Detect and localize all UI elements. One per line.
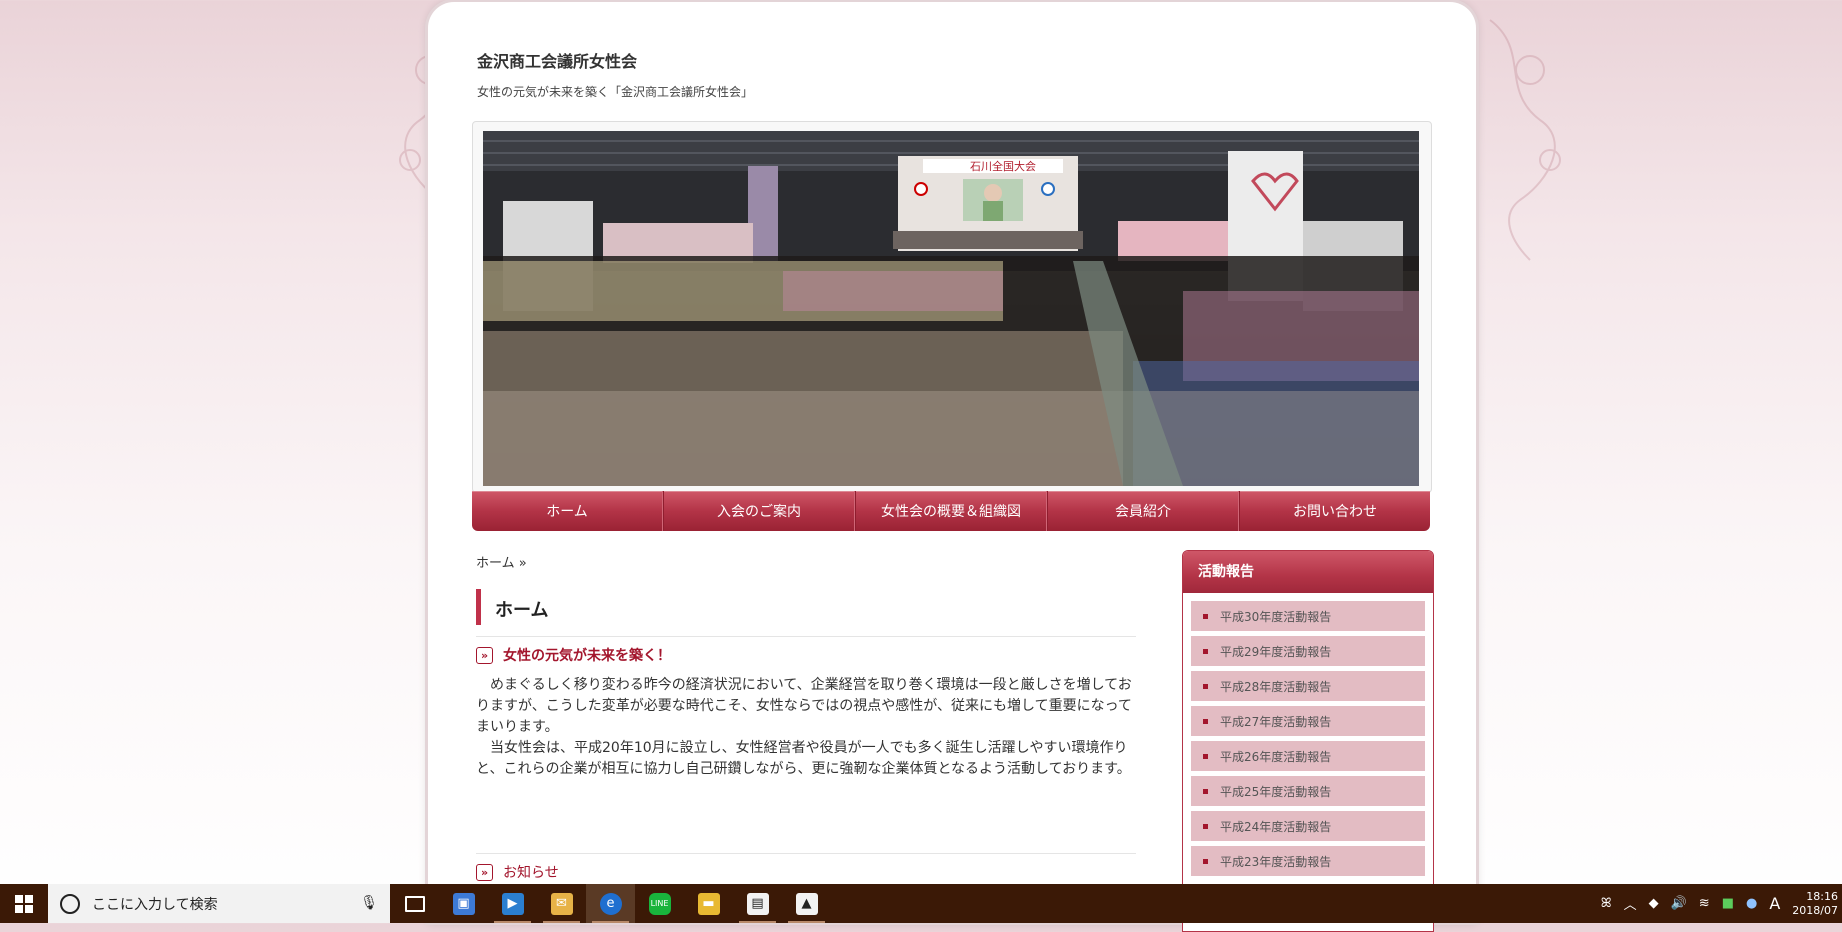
page-container: 金沢商工会議所女性会 女性の元気が未来を築く「金沢商工会議所女性会」 石川全国大… (428, 2, 1476, 932)
main-nav: ホーム 入会のご案内 女性会の概要＆組織図 会員紹介 お問い合わせ (472, 491, 1430, 531)
line-app[interactable]: LINE (635, 884, 684, 923)
system-tray: ꕤ ︿ ◆ 🔊 ≋ ■ ● A 18:16 2018/07 (1601, 884, 1842, 923)
activity-report-list: 平成30年度活動報告 平成29年度活動報告 平成28年度活動報告 平成27年度活… (1183, 601, 1433, 876)
divider (476, 636, 1136, 637)
bullet-icon (1203, 858, 1208, 864)
nav-item-contact[interactable]: お問い合わせ (1239, 491, 1430, 531)
activity-report-label: 平成24年度活動報告 (1220, 819, 1332, 834)
bullet-icon (1203, 683, 1208, 689)
bullet-icon (1203, 788, 1208, 794)
activity-report-label: 平成23年度活動報告 (1220, 854, 1332, 869)
nav-item-members[interactable]: 会員紹介 (1047, 491, 1239, 531)
start-button[interactable] (0, 884, 48, 923)
taskbar-search-box[interactable]: ここに入力して検索 🎙 (48, 884, 390, 923)
photos-app[interactable]: ▲ (782, 884, 831, 923)
page-title-text: ホーム (495, 600, 549, 621)
search-placeholder: ここに入力して検索 (92, 896, 218, 913)
intro-paragraph: 当女性会は、平成20年10月に設立し、女性経営者や役員が一人でも多く誕生し活躍し… (476, 740, 1131, 777)
nav-item-overview[interactable]: 女性会の概要＆組織図 (855, 491, 1047, 531)
taskbar: ここに入力して検索 🎙 ▣ ▶ ✉ e LINE ▬ ▤ ▲ ꕤ ︿ ◆ 🔊 ≋… (0, 884, 1842, 923)
hero-banner-text: 石川全国大会 (970, 159, 1036, 173)
mail-app[interactable]: ✉ (537, 884, 586, 923)
activity-report-link[interactable]: 平成27年度活動報告 (1191, 706, 1425, 736)
nav-item-membership[interactable]: 入会のご案内 (663, 491, 855, 531)
chevron-up-icon[interactable]: ︿ (1624, 894, 1637, 913)
activity-report-label: 平成27年度活動報告 (1220, 714, 1332, 729)
edge-app[interactable]: e (586, 884, 635, 923)
task-view-button[interactable] (390, 884, 439, 923)
windows-icon (15, 894, 33, 913)
wifi-icon[interactable]: ≋ (1699, 896, 1710, 911)
activity-report-link[interactable]: 平成23年度活動報告 (1191, 846, 1425, 876)
clock[interactable]: 18:16 2018/07 (1792, 890, 1838, 918)
activity-report-link[interactable]: 平成28年度活動報告 (1191, 671, 1425, 701)
bullet-icon (1203, 823, 1208, 829)
activity-report-link[interactable]: 平成25年度活動報告 (1191, 776, 1425, 806)
file-explorer-icon: ▬ (697, 892, 720, 915)
people-icon[interactable]: ꕤ (1601, 896, 1612, 911)
section-heading: » 女性の元気が未来を築く！ (476, 645, 671, 665)
section-heading-text: 女性の元気が未来を築く！ (503, 648, 671, 664)
edge-icon: e (599, 892, 622, 915)
line-icon: LINE (648, 892, 671, 915)
microphone-icon[interactable]: 🎙 (360, 895, 378, 911)
floral-decoration-right (1489, 19, 1561, 261)
photos-icon: ▲ (795, 892, 818, 915)
activity-report-widget: 活動報告 平成30年度活動報告 平成29年度活動報告 平成28年度活動報告 平成… (1182, 550, 1434, 932)
movie-icon: ▤ (746, 892, 769, 915)
bullet-icon (1203, 648, 1208, 654)
activity-report-link[interactable]: 平成30年度活動報告 (1191, 601, 1425, 631)
app-status-icon[interactable]: ■ (1722, 896, 1734, 911)
bullet-icon (1203, 753, 1208, 759)
media-player-icon: ▶ (501, 892, 524, 915)
activity-report-label: 平成25年度活動報告 (1220, 784, 1332, 799)
activity-report-label: 平成26年度活動報告 (1220, 749, 1332, 764)
movie-app[interactable]: ▤ (733, 884, 782, 923)
cortana-icon (60, 893, 80, 914)
site-title[interactable]: 金沢商工会議所女性会 (477, 48, 637, 72)
activity-report-link[interactable]: 平成26年度活動報告 (1191, 741, 1425, 771)
clock-time: 18:16 (1806, 889, 1838, 903)
store-app[interactable]: ▣ (439, 884, 488, 923)
activity-report-link[interactable]: 平成29年度活動報告 (1191, 636, 1425, 666)
activity-report-label: 平成30年度活動報告 (1220, 609, 1332, 624)
hero-image: 石川全国大会 (483, 131, 1419, 486)
intro-text: めまぐるしく移り変わる昨今の経済状況において、企業経営を取り巻く環境は一段と厳し… (476, 675, 1136, 780)
nav-item-home[interactable]: ホーム (472, 491, 663, 531)
task-view-icon (404, 895, 425, 912)
sync-icon[interactable]: ● (1746, 896, 1757, 911)
divider (476, 853, 1136, 854)
bullet-icon (1203, 718, 1208, 724)
clock-date: 2018/07 (1792, 903, 1838, 917)
activity-report-link[interactable]: 平成24年度活動報告 (1191, 811, 1425, 841)
site-description: 女性の元気が未来を築く「金沢商工会議所女性会」 (477, 85, 754, 99)
news-heading: » お知らせ (476, 862, 559, 882)
page-title: ホーム (476, 589, 973, 625)
breadcrumb[interactable]: ホーム » (476, 552, 527, 571)
chevron-right-icon: » (476, 863, 493, 881)
activity-report-label: 平成29年度活動報告 (1220, 644, 1332, 659)
volume-icon[interactable]: 🔊 (1671, 896, 1687, 911)
news-heading-text[interactable]: お知らせ (503, 862, 559, 882)
intro-paragraph: めまぐるしく移り変わる昨今の経済状況において、企業経営を取り巻く環境は一段と厳し… (476, 677, 1132, 735)
activity-report-label: 平成28年度活動報告 (1220, 679, 1332, 694)
ime-indicator[interactable]: A (1769, 894, 1780, 913)
mail-icon: ✉ (550, 892, 573, 915)
dropbox-icon[interactable]: ◆ (1649, 896, 1659, 911)
file-explorer-app[interactable]: ▬ (684, 884, 733, 923)
chevron-right-icon: » (476, 646, 493, 664)
store-icon: ▣ (452, 892, 475, 915)
media-player-app[interactable]: ▶ (488, 884, 537, 923)
bullet-icon (1203, 613, 1208, 619)
widget-heading: 活動報告 (1183, 551, 1433, 593)
